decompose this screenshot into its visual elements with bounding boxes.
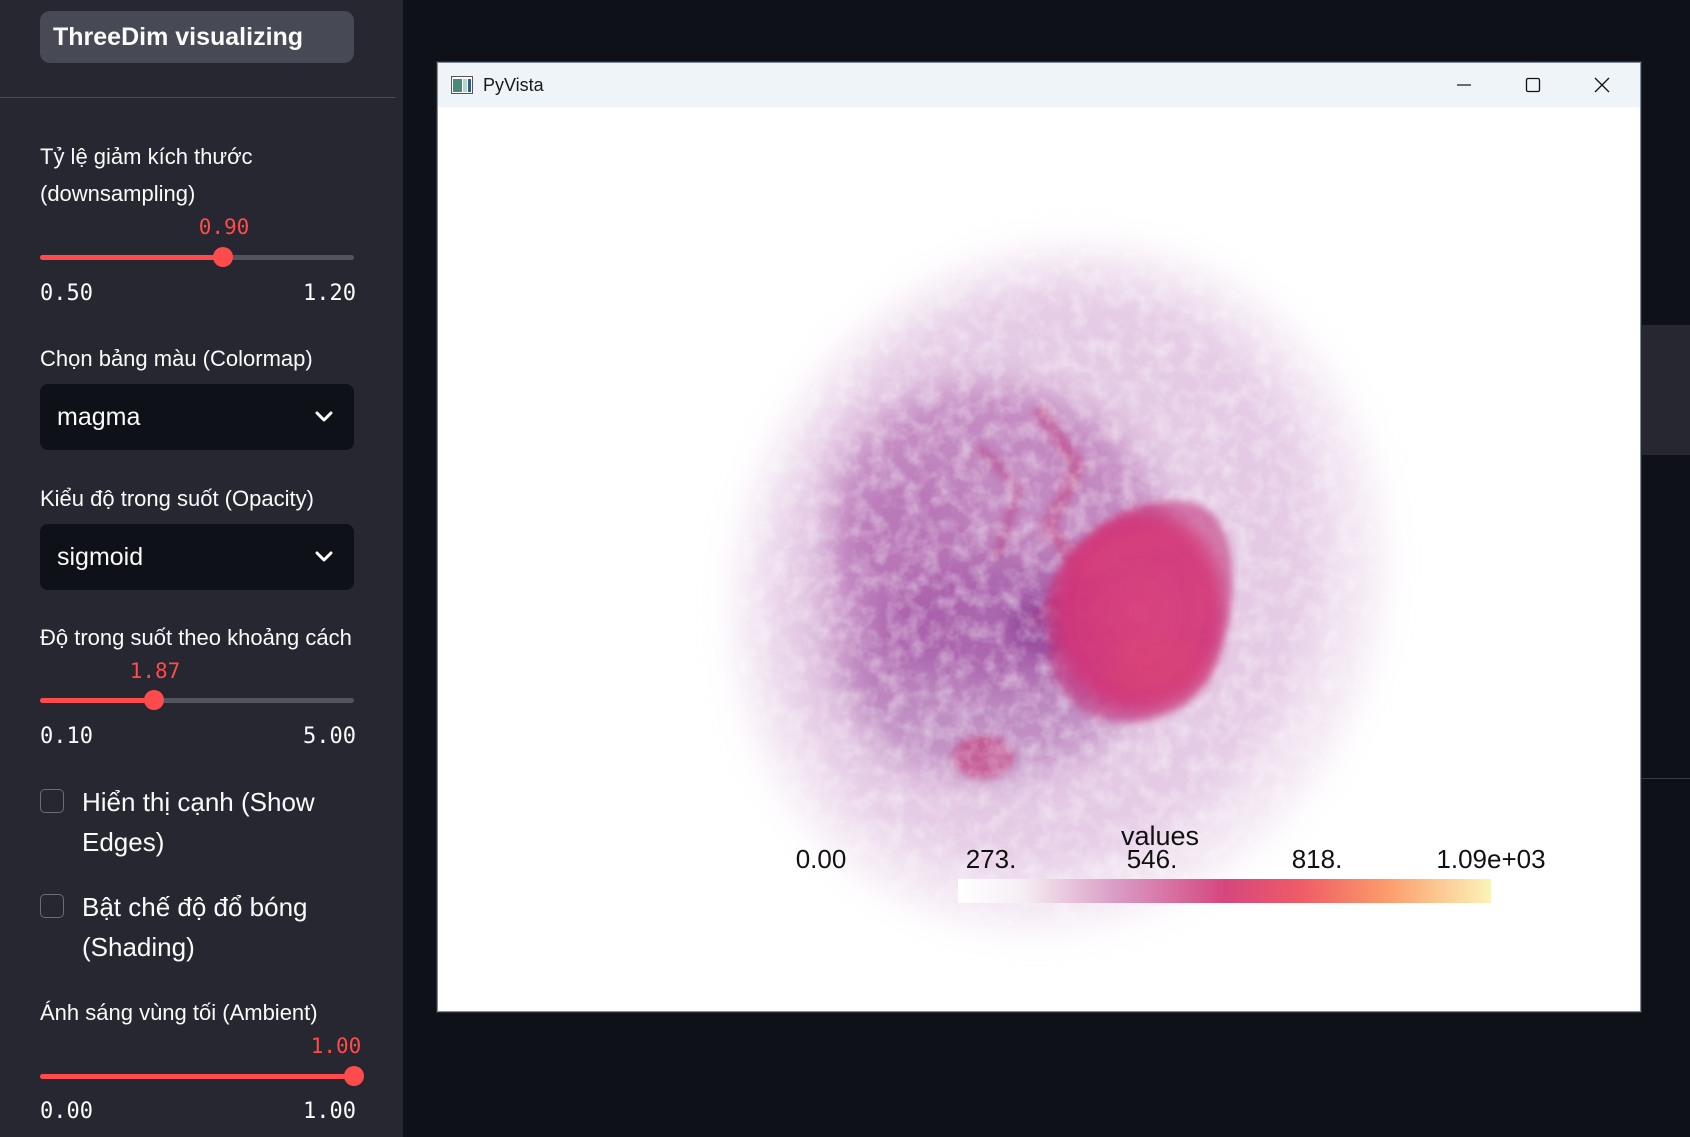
colormap-select[interactable]: magma (40, 384, 354, 450)
distance-opacity-min: 0.10 (40, 724, 93, 749)
downsampling-slider[interactable] (40, 247, 354, 267)
colormap-selected-value: magma (57, 403, 141, 431)
show-edges-label[interactable]: Hiển thị cạnh (Show Edges) (82, 782, 352, 862)
downsampling-min: 0.50 (40, 281, 93, 306)
distance-opacity-slider-fill (40, 698, 154, 703)
maximize-icon[interactable] (1499, 63, 1567, 107)
pyvista-window[interactable]: PyVista values 0.00 273. 546. 818. 1.09e… (437, 62, 1641, 1012)
ambient-slider[interactable] (40, 1066, 364, 1086)
window-title: PyVista (483, 75, 544, 95)
app-title-button[interactable]: ThreeDim visualizing (40, 11, 354, 63)
distance-opacity-slider-thumb[interactable] (144, 690, 164, 710)
distance-opacity-slider[interactable] (40, 690, 354, 710)
sidebar-divider (0, 97, 395, 98)
ambient-slider-fill (40, 1074, 354, 1079)
close-icon[interactable] (1568, 63, 1636, 107)
pyvista-app-icon (451, 76, 473, 99)
scalar-bar-label-4: 1.09e+03 (1436, 844, 1545, 874)
opacity-label: Kiểu độ trong suốt (Opacity) (40, 486, 314, 511)
opacity-select[interactable]: sigmoid (40, 524, 354, 590)
downsampling-value: 0.90 (198, 215, 250, 239)
distance-opacity-max: 5.00 (303, 724, 356, 749)
minimize-icon[interactable] (1430, 63, 1498, 107)
ambient-slider-thumb[interactable] (344, 1066, 364, 1086)
scalar-bar-label-0: 0.00 (796, 844, 847, 874)
opacity-selected-value: sigmoid (57, 543, 144, 571)
downsampling-max: 1.20 (303, 281, 356, 306)
window-titlebar[interactable]: PyVista (438, 63, 1640, 107)
scalar-bar-label-1: 273. (966, 844, 1017, 874)
render-viewport[interactable]: values 0.00 273. 546. 818. 1.09e+03 (438, 107, 1638, 1009)
colormap-label: Chọn bảng màu (Colormap) (40, 346, 313, 371)
background-panel (1638, 325, 1690, 455)
scalar-bar-label-3: 818. (1292, 844, 1343, 874)
volume-render: values 0.00 273. 546. 818. 1.09e+03 (688, 207, 1546, 967)
distance-opacity-value: 1.87 (129, 659, 181, 683)
sidebar: ThreeDim visualizing Tỷ lệ giảm kích thư… (0, 0, 403, 1137)
downsampling-label: Tỷ lệ giảm kích thước (downsampling) (40, 144, 253, 206)
downsampling-slider-fill (40, 255, 223, 260)
scalar-bar-gradient (958, 879, 1491, 903)
shading-label[interactable]: Bật chế độ đổ bóng (Shading) (82, 887, 352, 967)
ambient-value: 1.00 (310, 1034, 362, 1058)
downsampling-slider-thumb[interactable] (213, 247, 233, 267)
chevron-down-icon (314, 524, 334, 590)
shading-checkbox[interactable] (40, 894, 64, 918)
background-divider (1638, 778, 1690, 779)
ambient-max: 1.00 (303, 1099, 356, 1124)
ambient-label: Ánh sáng vùng tối (Ambient) (40, 1000, 318, 1025)
distance-opacity-label: Độ trong suốt theo khoảng cách (40, 625, 352, 650)
scalar-bar-label-2: 546. (1127, 844, 1178, 874)
brain-volume (688, 207, 1438, 967)
ambient-min: 0.00 (40, 1099, 93, 1124)
chevron-down-icon (314, 384, 334, 450)
show-edges-checkbox[interactable] (40, 789, 64, 813)
